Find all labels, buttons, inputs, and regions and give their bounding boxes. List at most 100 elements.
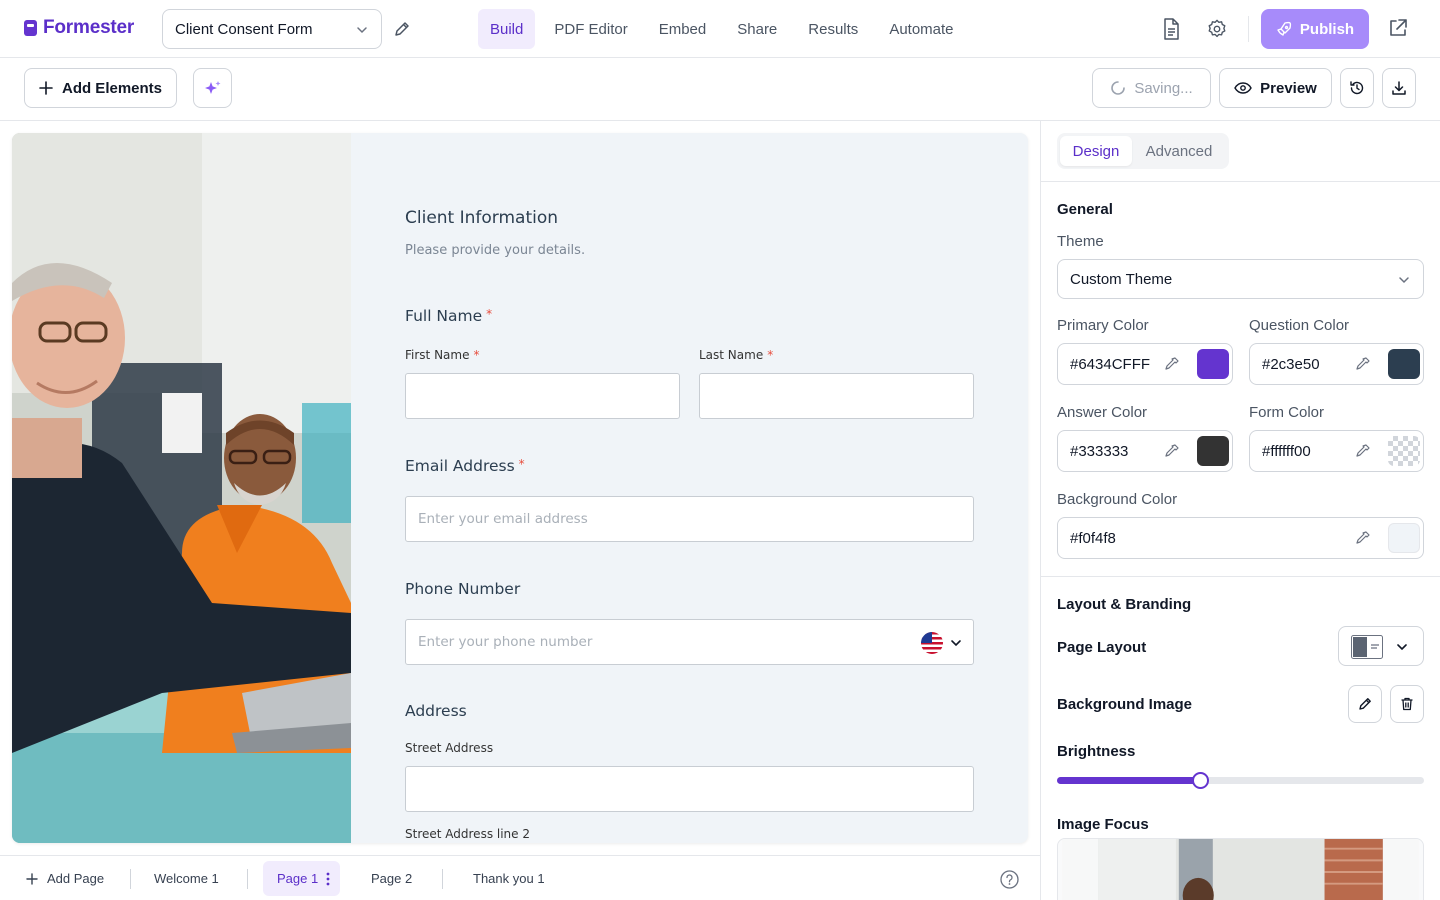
add-page-button[interactable]: Add Page — [12, 861, 118, 896]
tab-advanced[interactable]: Advanced — [1132, 136, 1226, 166]
answer-color-swatch[interactable] — [1197, 436, 1229, 466]
theme-value: Custom Theme — [1070, 270, 1173, 288]
last-name-label-text: Last Name — [699, 348, 764, 362]
gear-icon[interactable] — [1206, 17, 1228, 41]
last-name-input[interactable] — [699, 373, 974, 419]
primary-color-value: #6434CFFF — [1070, 355, 1151, 373]
question-color-swatch[interactable] — [1388, 349, 1420, 379]
main-nav: Build PDF Editor Embed Share Results Aut… — [478, 9, 973, 49]
background-color-swatch[interactable] — [1388, 523, 1420, 553]
answer-color-field[interactable]: #333333 — [1057, 430, 1233, 472]
email-label: Email Address * — [405, 457, 525, 475]
required-mark: * — [518, 457, 525, 471]
form-color-field[interactable]: #ffffff00 — [1249, 430, 1424, 472]
saving-status-button: Saving... — [1092, 68, 1211, 108]
phone-label: Phone Number — [405, 580, 521, 598]
eyedropper-icon[interactable] — [1164, 356, 1180, 372]
saving-label: Saving... — [1134, 79, 1193, 97]
street-address-2-label: Street Address line 2 — [405, 827, 530, 841]
preview-button[interactable]: Preview — [1219, 68, 1332, 108]
full-name-label-text: Full Name — [405, 307, 483, 325]
eyedropper-icon[interactable] — [1355, 530, 1371, 546]
form-color-swatch[interactable] — [1388, 436, 1420, 466]
page-tabs-bar: Add Page Welcome 1 Page 1 Page 2 Thank y… — [0, 855, 1040, 900]
spinner-icon — [1111, 81, 1126, 95]
nav-automate[interactable]: Automate — [877, 9, 965, 49]
page-tab-page-1[interactable]: Page 1 — [263, 861, 341, 896]
download-icon — [1392, 81, 1406, 95]
tab-design[interactable]: Design — [1060, 136, 1132, 166]
chevron-down-icon — [357, 27, 367, 34]
primary-color-field[interactable]: #6434CFFF — [1057, 343, 1233, 385]
history-icon — [1350, 81, 1364, 95]
divider — [130, 869, 131, 889]
theme-select[interactable]: Custom Theme — [1057, 259, 1424, 299]
document-icon[interactable] — [1160, 17, 1182, 41]
ai-assist-button[interactable] — [193, 68, 232, 108]
background-color-label: Background Color — [1057, 491, 1178, 508]
form-title-select[interactable]: Client Consent Form — [162, 9, 382, 49]
rocket-icon — [1277, 21, 1291, 36]
nav-pdf-editor[interactable]: PDF Editor — [542, 9, 639, 49]
form-area: Client Information Please provide your d… — [351, 133, 1028, 843]
answer-color-value: #333333 — [1070, 442, 1129, 460]
eyedropper-icon[interactable] — [1355, 356, 1371, 372]
question-color-field[interactable]: #2c3e50 — [1249, 343, 1424, 385]
us-flag-icon[interactable] — [921, 632, 943, 654]
eyedropper-icon[interactable] — [1164, 443, 1180, 459]
form-color-value: #ffffff00 — [1262, 442, 1311, 460]
page-layout-select[interactable] — [1338, 626, 1424, 666]
pencil-icon[interactable] — [392, 19, 412, 39]
phone-input[interactable]: Enter your phone number — [405, 619, 974, 665]
preview-label: Preview — [1260, 79, 1317, 97]
background-color-field[interactable]: #f0f4f8 — [1057, 517, 1424, 559]
help-icon[interactable] — [1000, 870, 1019, 889]
edit-background-image-button[interactable] — [1348, 685, 1382, 723]
layout-branding-heading: Layout & Branding — [1057, 596, 1192, 613]
brightness-slider[interactable] — [1057, 772, 1424, 789]
street-address-input[interactable] — [405, 766, 974, 812]
form-title: Client Information — [405, 208, 559, 228]
layout-split-icon — [1351, 635, 1383, 659]
more-vertical-icon[interactable] — [326, 872, 330, 886]
phone-placeholder: Enter your phone number — [418, 634, 593, 650]
image-focus-preview[interactable] — [1057, 838, 1424, 900]
background-photo — [12, 133, 351, 843]
download-button[interactable] — [1382, 68, 1416, 108]
add-elements-label: Add Elements — [61, 79, 163, 97]
nav-embed[interactable]: Embed — [647, 9, 719, 49]
chevron-down-icon[interactable] — [949, 636, 963, 650]
first-name-input[interactable] — [405, 373, 680, 419]
external-link-icon[interactable] — [1387, 17, 1409, 39]
chevron-down-icon — [1397, 644, 1407, 651]
required-mark: * — [473, 348, 480, 362]
divider — [442, 869, 443, 889]
brightness-slider-handle[interactable] — [1192, 772, 1210, 789]
form-color-label: Form Color — [1249, 404, 1325, 421]
primary-color-swatch[interactable] — [1197, 349, 1229, 379]
publish-button[interactable]: Publish — [1261, 9, 1369, 49]
history-button[interactable] — [1340, 68, 1374, 108]
divider — [247, 869, 248, 889]
page-tab-page-2[interactable]: Page 2 — [357, 861, 426, 896]
nav-results[interactable]: Results — [796, 9, 870, 49]
question-color-value: #2c3e50 — [1262, 355, 1320, 373]
chevron-down-icon — [1399, 277, 1409, 284]
divider — [1248, 16, 1249, 42]
page-tab-thank-you-1[interactable]: Thank you 1 — [459, 861, 559, 896]
divider — [1041, 576, 1440, 577]
first-name-label-text: First Name — [405, 348, 470, 362]
nav-build[interactable]: Build — [478, 9, 536, 49]
brightness-slider-fill — [1057, 777, 1201, 784]
logo-text: Formester — [43, 17, 135, 38]
pencil-icon — [1359, 698, 1371, 710]
eyedropper-icon[interactable] — [1355, 443, 1371, 459]
form-canvas: Client Information Please provide your d… — [0, 121, 1040, 855]
page-tab-welcome-1[interactable]: Welcome 1 — [140, 861, 233, 896]
email-input[interactable]: Enter your email address — [405, 496, 974, 542]
form-preview-card: Client Information Please provide your d… — [12, 133, 1028, 843]
nav-share[interactable]: Share — [725, 9, 789, 49]
delete-background-image-button[interactable] — [1390, 685, 1424, 723]
logo[interactable]: Formester — [24, 17, 134, 39]
add-elements-button[interactable]: Add Elements — [24, 68, 177, 108]
